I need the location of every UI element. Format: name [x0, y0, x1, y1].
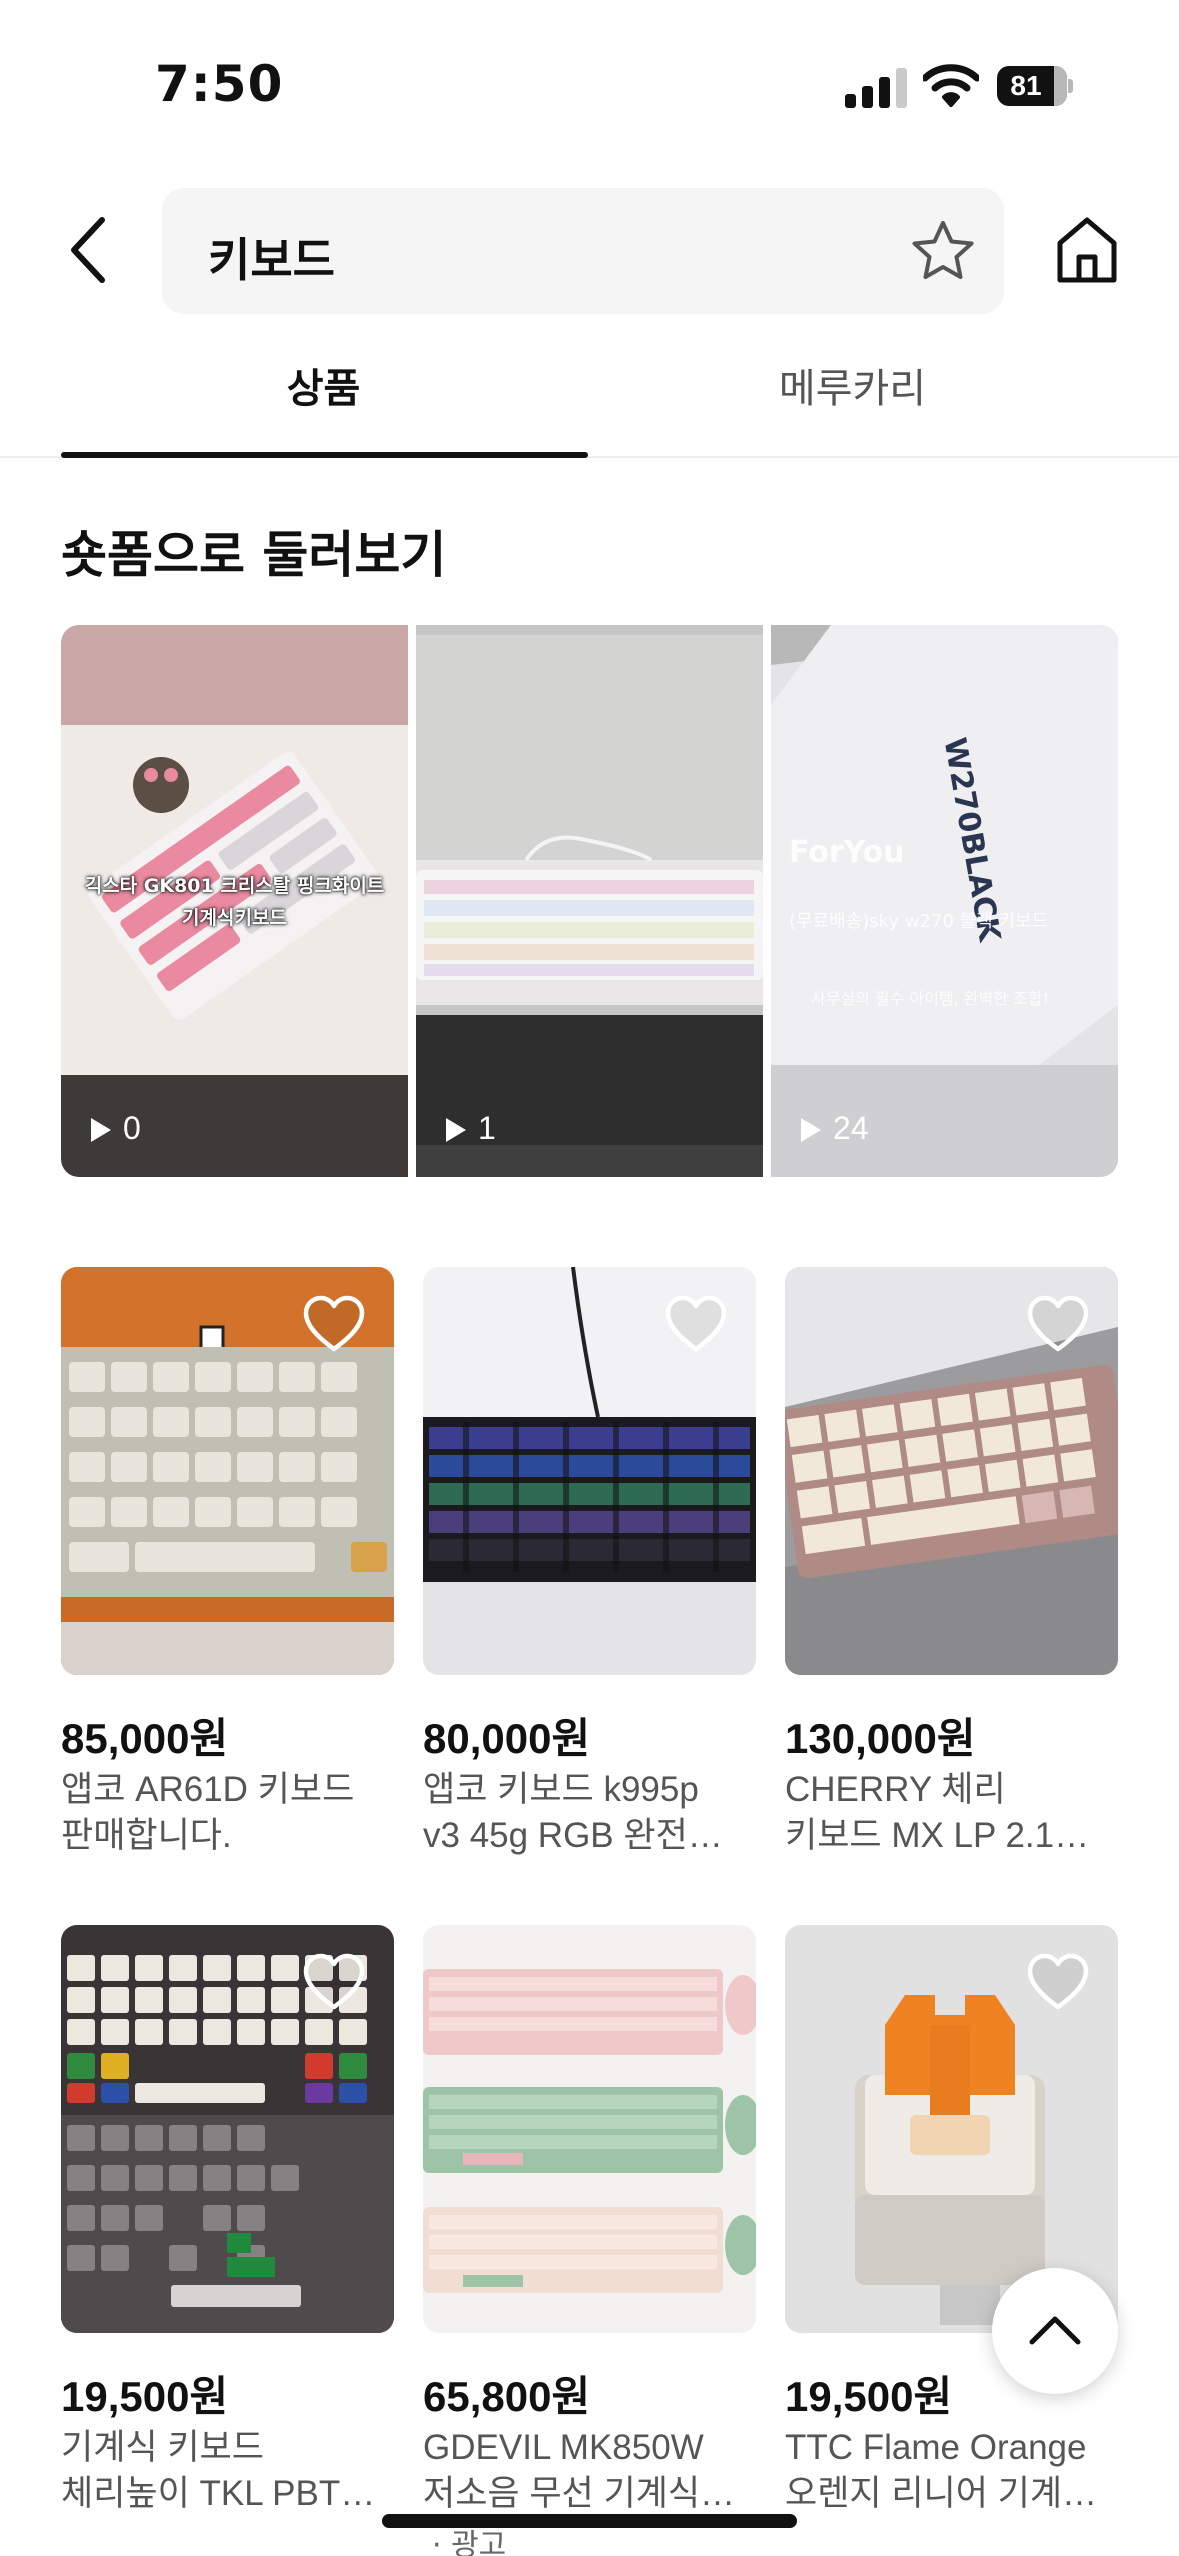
short-views-1: 0: [91, 1110, 141, 1147]
heart-icon[interactable]: [1026, 1295, 1090, 1353]
home-indicator: [382, 2514, 797, 2528]
short-caption-3: (무료배송)sky w270 블랙 키보드: [789, 911, 1049, 932]
product-title: CHERRY 체리 키보드 MX LP 2.1…: [785, 1770, 1090, 1855]
wifi-icon: [923, 64, 979, 107]
short-thumbnail-3: [771, 625, 1118, 1177]
short-video-1[interactable]: 긱스타 GK801 크리스탈 핑크화이트 기계식키보드 0: [61, 625, 408, 1177]
product-image: [61, 1925, 394, 2333]
tab-products[interactable]: 상품: [61, 350, 586, 458]
battery-icon: 81: [997, 66, 1073, 106]
product-title: TTC Flame Orange 오렌지 리니어 기계…: [785, 2428, 1098, 2513]
tab-mercari[interactable]: 메루카리: [590, 350, 1115, 458]
search-input[interactable]: 키보드: [162, 188, 1004, 314]
product-image: [423, 1925, 756, 2333]
short-caption-1: 긱스타 GK801 크리스탈 핑크화이트 기계식키보드: [84, 875, 385, 929]
search-query: 키보드: [208, 233, 335, 287]
product-card[interactable]: 65,800원 GDEVIL MK850W 저소음 무선 기계식…: [423, 1925, 756, 2513]
status-time: 7:50: [155, 55, 284, 113]
chevron-up-icon: [1029, 2316, 1081, 2345]
short-views-2: 1: [446, 1110, 496, 1147]
product-card[interactable]: 130,000원 CHERRY 체리 키보드 MX LP 2.1…: [785, 1267, 1118, 1855]
tab-indicator: [61, 452, 588, 458]
product-title: 기계식 키보드 체리높이 TKL PBT…: [61, 2428, 376, 2513]
product-image: [423, 1267, 756, 1675]
product-price: 85,000원: [61, 1715, 229, 1762]
short-views-3: 24: [801, 1110, 869, 1147]
product-price: 19,500원: [61, 2373, 229, 2420]
product-card[interactable]: 19,500원 기계식 키보드 체리높이 TKL PBT…: [61, 1925, 394, 2513]
shortform-carousel: 긱스타 GK801 크리스탈 핑크화이트 기계식키보드 0 1 W270BLAC…: [61, 625, 1118, 1177]
signal-icon: [845, 66, 907, 108]
product-card[interactable]: 80,000원 앱코 키보드 k995p v3 45g RGB 완전…: [423, 1267, 756, 1855]
product-price: 80,000원: [423, 1715, 591, 1762]
product-image: [61, 1267, 394, 1675]
short-video-2[interactable]: 1: [416, 625, 763, 1177]
home-icon[interactable]: [1055, 215, 1119, 285]
product-image: [785, 1267, 1118, 1675]
heart-icon[interactable]: [302, 1295, 366, 1353]
product-card[interactable]: 85,000원 앱코 AR61D 키보드 판매합니다.: [61, 1267, 394, 1855]
back-arrow-icon[interactable]: [60, 210, 120, 290]
scroll-top-button[interactable]: [992, 2268, 1118, 2394]
tab-bar: 상품 메루카리: [0, 350, 1179, 458]
section-title-shortform: 숏폼으로 둘러보기: [61, 526, 447, 584]
product-price: 65,800원: [423, 2373, 591, 2420]
product-title: GDEVIL MK850W 저소음 무선 기계식…: [423, 2428, 736, 2513]
product-title: 앱코 키보드 k995p v3 45g RGB 완전…: [423, 1770, 723, 1855]
product-title: 앱코 AR61D 키보드 판매합니다.: [61, 1770, 355, 1855]
battery-percent: 81: [1010, 70, 1042, 101]
short-tag-3: ForYou: [789, 835, 905, 870]
heart-icon[interactable]: [302, 1953, 366, 2011]
heart-icon[interactable]: [664, 1295, 728, 1353]
status-bar: 7:50 81: [0, 0, 1179, 150]
short-video-3[interactable]: W270BLACK ForYou (무료배송)sky w270 블랙 키보드 사…: [771, 625, 1118, 1177]
heart-icon[interactable]: [1026, 1953, 1090, 2011]
product-price: 19,500원: [785, 2373, 953, 2420]
short-thumbnail-2: [416, 625, 763, 1177]
product-price: 130,000원: [785, 1715, 976, 1762]
star-icon[interactable]: [910, 218, 976, 284]
short-sub-3: 사무실의 필수 아이템, 완벽한 조합!: [811, 989, 1049, 1008]
